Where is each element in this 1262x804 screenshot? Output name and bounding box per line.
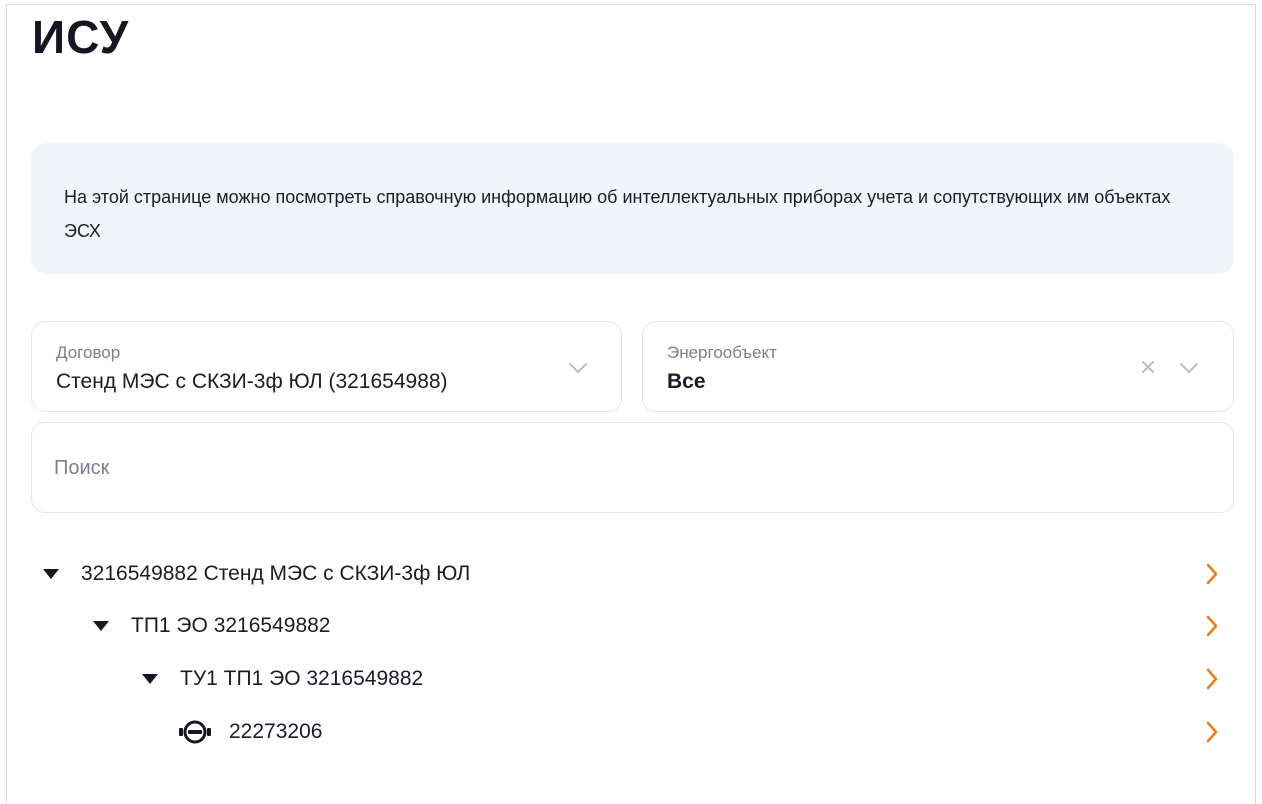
contract-select[interactable]: Договор Стенд МЭС с СКЗИ-3ф ЮЛ (32165498… (31, 321, 622, 412)
info-banner: На этой странице можно посмотреть справо… (31, 143, 1234, 274)
energy-object-label: Энергообъект (667, 343, 777, 362)
chevron-right-icon[interactable] (1200, 562, 1224, 586)
clear-icon[interactable] (1136, 355, 1160, 379)
tree-item-label: 22273206 (229, 720, 323, 743)
chevron-right-icon[interactable] (1200, 720, 1224, 744)
tree-item[interactable]: 22273206 (31, 712, 1234, 752)
chevron-down-icon[interactable] (565, 355, 591, 381)
chevron-right-icon[interactable] (1200, 667, 1224, 691)
contract-value: Стенд МЭС с СКЗИ-3ф ЮЛ (321654988) (56, 370, 448, 393)
energy-object-value: Все (667, 370, 706, 393)
contract-label: Договор (56, 343, 121, 362)
tree-item-label: ТУ1 ТП1 ЭО 3216549882 (180, 667, 424, 690)
info-banner-text: На этой странице можно посмотреть справо… (64, 187, 1171, 241)
caret-down-icon[interactable] (91, 616, 111, 636)
page-title: ИСУ (32, 11, 130, 63)
search-input[interactable] (54, 451, 1204, 485)
tree-item[interactable]: ТУ1 ТП1 ЭО 3216549882 (31, 659, 1234, 699)
chevron-down-icon[interactable] (1176, 355, 1202, 381)
caret-down-icon[interactable] (140, 669, 160, 689)
tree-item[interactable]: 3216549882 Стенд МЭС с СКЗИ-3ф ЮЛ (31, 554, 1234, 594)
caret-down-icon[interactable] (41, 564, 61, 584)
tree-item[interactable]: ТП1 ЭО 3216549882 (31, 606, 1234, 646)
meter-icon (177, 720, 213, 744)
chevron-right-icon[interactable] (1200, 614, 1224, 638)
tree-item-label: 3216549882 Стенд МЭС с СКЗИ-3ф ЮЛ (81, 562, 471, 585)
tree-item-label: ТП1 ЭО 3216549882 (131, 614, 331, 637)
search-field (31, 422, 1234, 513)
energy-object-select[interactable]: Энергообъект Все (642, 321, 1234, 412)
